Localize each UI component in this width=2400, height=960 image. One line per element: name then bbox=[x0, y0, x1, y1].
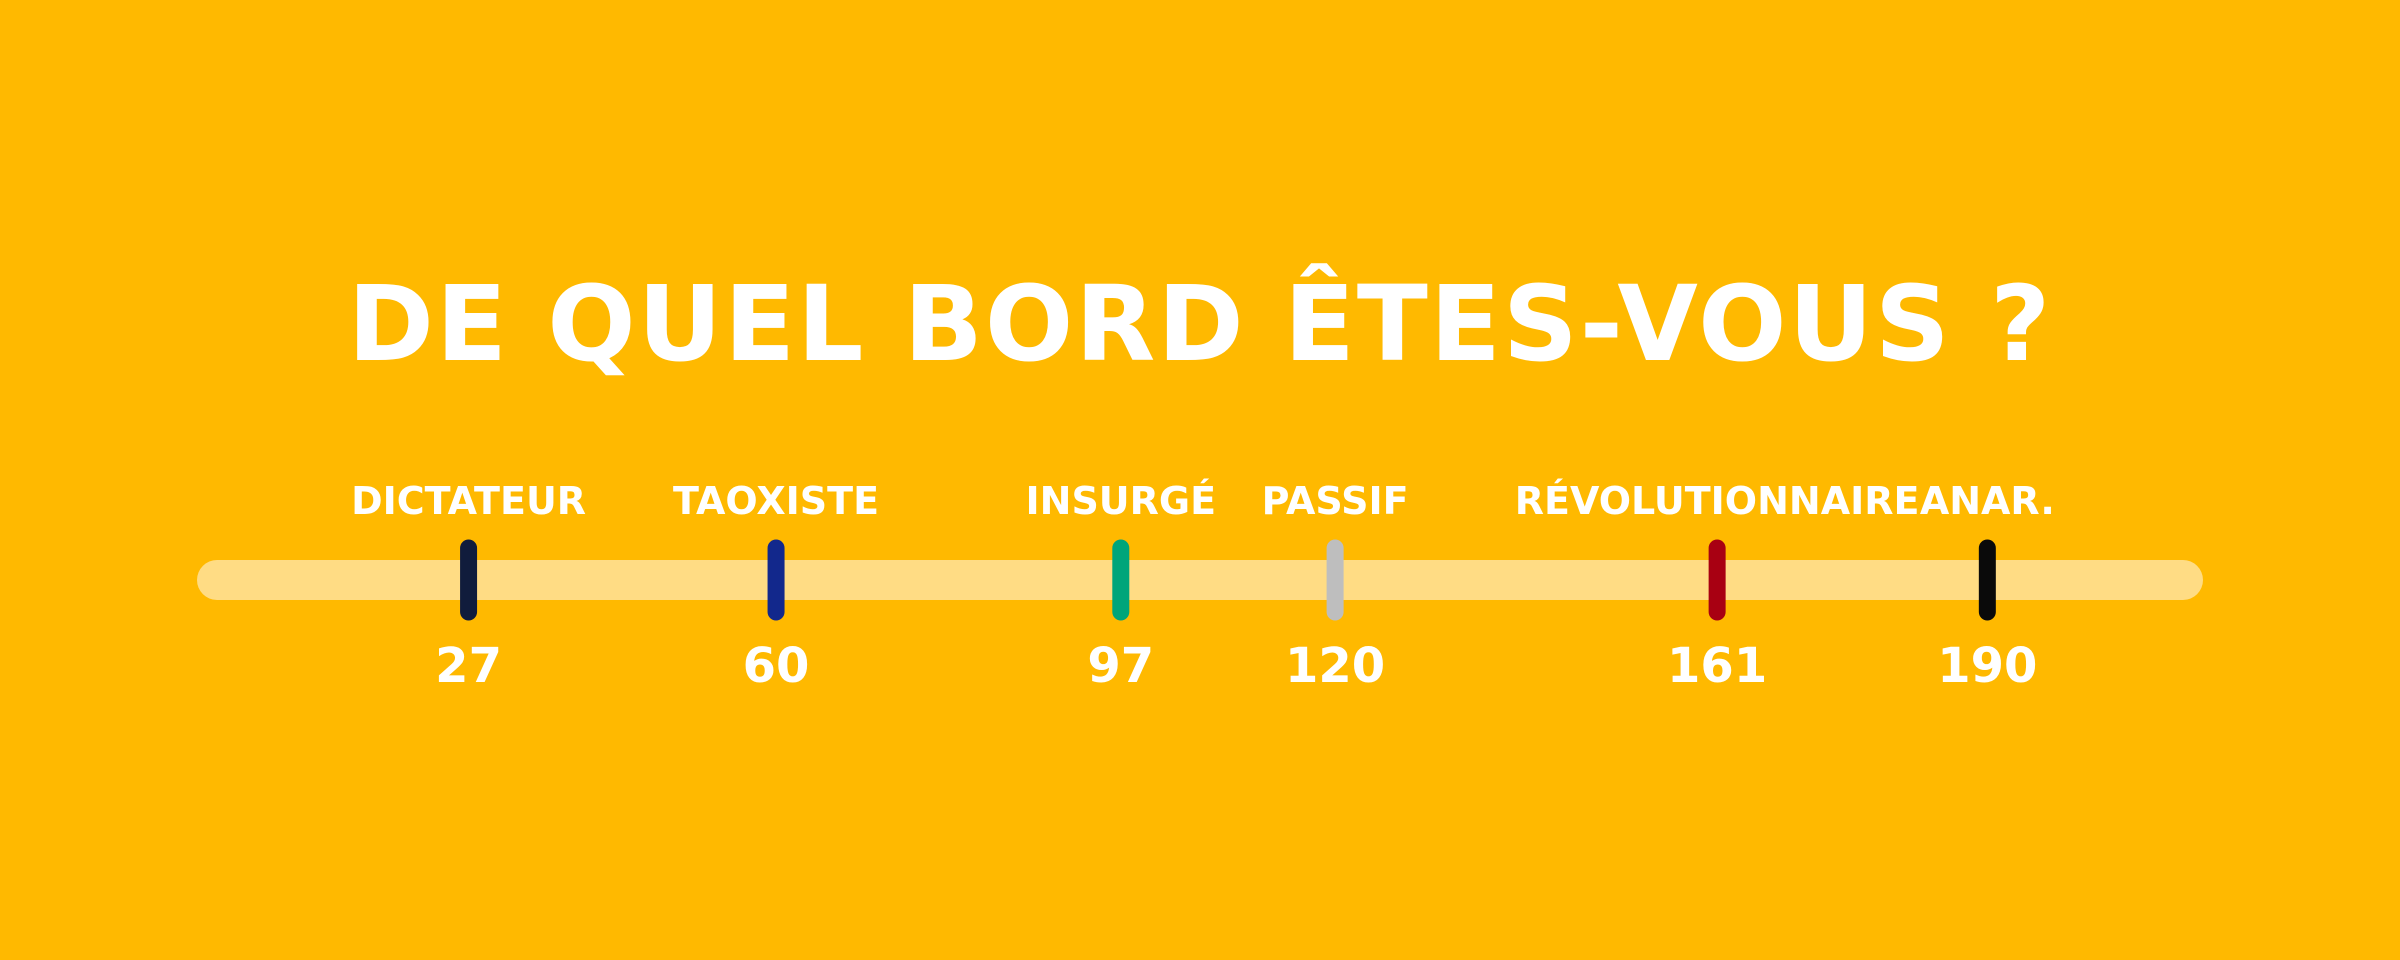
category-label-passif: PASSIF bbox=[1262, 479, 1409, 523]
category-label-revolutionnaire: RÉVOLUTIONNAIRE bbox=[1515, 479, 1920, 523]
category-label-anar: ANAR. bbox=[1920, 479, 2055, 523]
value-label-passif: 120 bbox=[1285, 638, 1385, 694]
category-label-taoxiste: TAOXISTE bbox=[673, 479, 879, 523]
value-label-taoxiste: 60 bbox=[743, 638, 810, 694]
category-label-insurge: INSURGÉ bbox=[1026, 479, 1217, 523]
scale-chart: DICTATEUR 27 TAOXISTE 60 INSURGÉ 97 PASSIF 120 R… bbox=[197, 479, 2203, 694]
value-label-revolutionnaire: 161 bbox=[1667, 638, 1767, 694]
category-label-dictateur: DICTATEUR bbox=[351, 479, 586, 523]
value-label-anar: 190 bbox=[1937, 638, 2037, 694]
value-label-dictateur: 27 bbox=[435, 638, 502, 694]
value-label-insurge: 97 bbox=[1087, 638, 1154, 694]
